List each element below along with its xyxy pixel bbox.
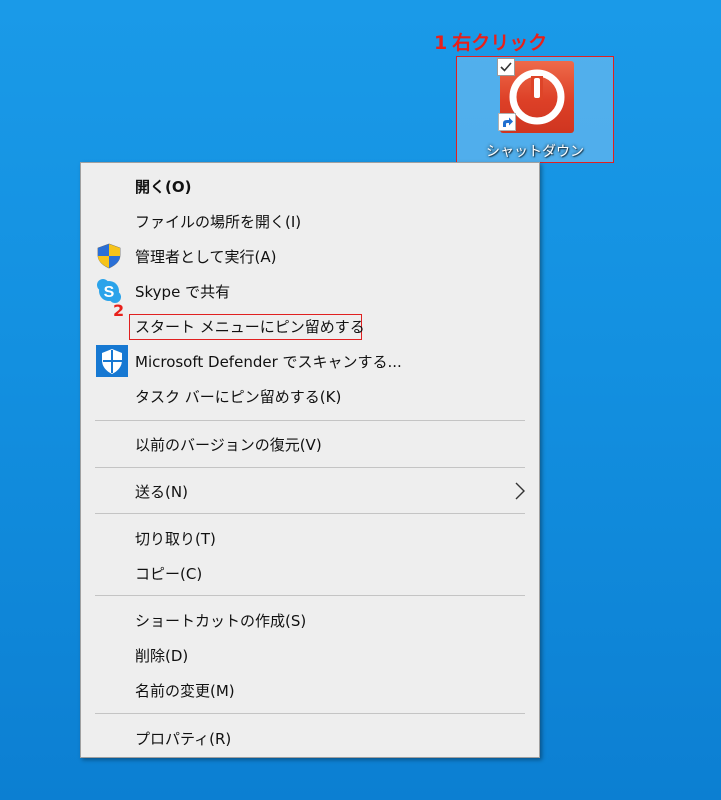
menu-item-pin-to-start[interactable]: スタート メニューにピン留めする bbox=[81, 311, 539, 341]
menu-item-label: 切り取り(T) bbox=[135, 529, 216, 548]
menu-item-send-to[interactable]: 送る(N) bbox=[81, 476, 539, 506]
menu-separator bbox=[95, 713, 525, 714]
desktop-icon-shutdown[interactable]: シャットダウン bbox=[456, 56, 614, 163]
step-1-text: 右クリック bbox=[452, 32, 548, 54]
menu-item-properties[interactable]: プロパティ(R) bbox=[81, 723, 539, 753]
defender-shield-icon bbox=[95, 344, 129, 378]
menu-item-share-skype[interactable]: S Skype で共有 bbox=[81, 276, 539, 306]
menu-item-label: ファイルの場所を開く(I) bbox=[135, 212, 302, 231]
menu-item-label: スタート メニューにピン留めする bbox=[135, 317, 365, 336]
menu-item-label: 管理者として実行(A) bbox=[135, 247, 277, 266]
menu-item-label: タスク バーにピン留めする(K) bbox=[135, 387, 342, 406]
menu-separator bbox=[95, 420, 525, 421]
svg-text:S: S bbox=[104, 284, 115, 301]
menu-item-run-as-admin[interactable]: 管理者として実行(A) bbox=[81, 241, 539, 271]
menu-separator bbox=[95, 467, 525, 468]
menu-item-label: Microsoft Defender でスキャンする... bbox=[135, 352, 402, 371]
menu-item-open[interactable]: 開く(O) bbox=[81, 171, 539, 201]
menu-item-delete[interactable]: 削除(D) bbox=[81, 640, 539, 670]
menu-separator bbox=[95, 513, 525, 514]
step-1-annotation: 1 右クリック bbox=[434, 28, 547, 55]
menu-item-defender-scan[interactable]: Microsoft Defender でスキャンする... bbox=[81, 344, 539, 378]
menu-item-pin-to-taskbar[interactable]: タスク バーにピン留めする(K) bbox=[81, 381, 539, 411]
menu-item-create-shortcut[interactable]: ショートカットの作成(S) bbox=[81, 605, 539, 635]
menu-item-rename[interactable]: 名前の変更(M) bbox=[81, 675, 539, 705]
menu-item-label: 開く(O) bbox=[135, 177, 192, 196]
menu-separator bbox=[95, 595, 525, 596]
desktop-background[interactable]: 1 右クリック シャットダウン 開く(O) ファイルの場所を開く(I) 管理者と… bbox=[0, 0, 721, 800]
chevron-right-icon bbox=[513, 481, 527, 501]
menu-item-label: 名前の変更(M) bbox=[135, 681, 235, 700]
menu-item-label: ショートカットの作成(S) bbox=[135, 611, 307, 630]
shortcut-arrow-icon bbox=[498, 113, 516, 131]
menu-item-copy[interactable]: コピー(C) bbox=[81, 558, 539, 588]
menu-item-cut[interactable]: 切り取り(T) bbox=[81, 523, 539, 553]
desktop-icon-label: シャットダウン bbox=[486, 144, 584, 160]
menu-item-label: プロパティ(R) bbox=[135, 729, 232, 748]
context-menu: 開く(O) ファイルの場所を開く(I) 管理者として実行(A) S Skype … bbox=[80, 162, 540, 758]
menu-item-restore-previous-versions[interactable]: 以前のバージョンの復元(V) bbox=[81, 429, 539, 459]
menu-item-label: コピー(C) bbox=[135, 564, 203, 583]
menu-item-label: 削除(D) bbox=[135, 646, 189, 665]
icon-select-checkbox[interactable] bbox=[497, 58, 515, 76]
step-1-number: 1 bbox=[434, 32, 448, 54]
uac-shield-icon bbox=[95, 242, 123, 270]
menu-item-open-file-location[interactable]: ファイルの場所を開く(I) bbox=[81, 206, 539, 236]
menu-item-label: Skype で共有 bbox=[135, 282, 231, 301]
menu-item-label: 以前のバージョンの復元(V) bbox=[135, 435, 322, 454]
menu-item-label: 送る(N) bbox=[135, 482, 188, 501]
